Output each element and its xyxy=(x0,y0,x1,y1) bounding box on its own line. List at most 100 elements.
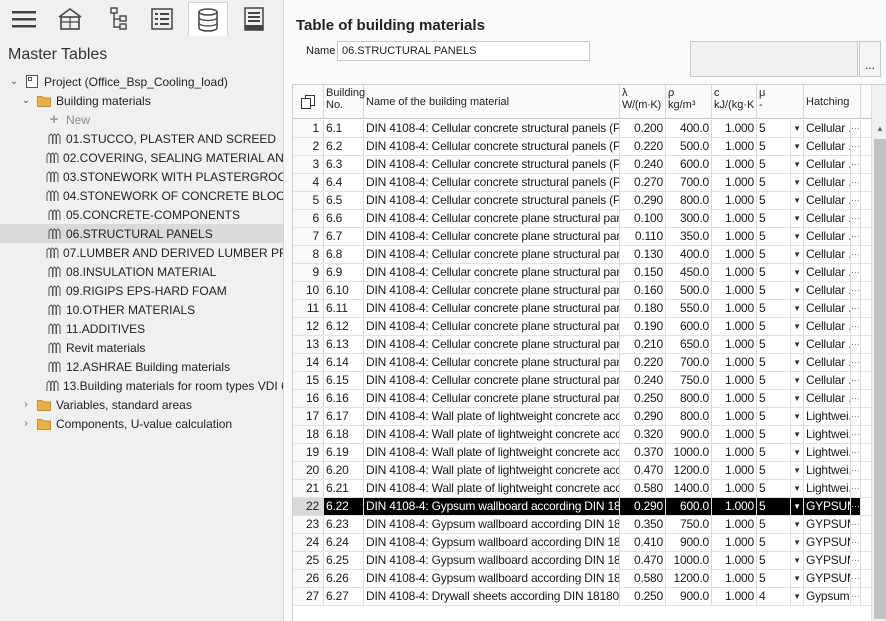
cell-building-no[interactable]: 6.14 xyxy=(324,354,364,371)
cell-rho[interactable]: 350.0 xyxy=(666,228,712,245)
cell-building-no[interactable]: 6.6 xyxy=(324,210,364,227)
table-row[interactable]: 17 6.17 DIN 4108-4: Wall plate of lightwei… xyxy=(293,408,886,426)
cell-hatching[interactable]: Lightwei... xyxy=(804,480,851,497)
cell-rho[interactable]: 550.0 xyxy=(666,300,712,317)
copy-column-button[interactable] xyxy=(293,85,324,119)
mu-dropdown-arrow-icon[interactable]: ▼ xyxy=(791,120,804,137)
cell-hatching[interactable]: Cellular ... xyxy=(804,354,851,371)
tree-item-material-group[interactable]: 01.STUCCO, PLASTER AND SCREED xyxy=(0,129,283,148)
cell-lambda[interactable]: 0.290 xyxy=(620,498,666,515)
cell-c[interactable]: 1.000 xyxy=(712,588,757,605)
tree-item-material-group[interactable]: 11.ADDITIVES xyxy=(0,319,283,338)
cell-c[interactable]: 1.000 xyxy=(712,570,757,587)
cell-mu[interactable]: 5 xyxy=(757,444,791,461)
cell-building-no[interactable]: 6.4 xyxy=(324,174,364,191)
hatching-more-button[interactable]: ··· xyxy=(851,282,861,299)
cell-building-no[interactable]: 6.24 xyxy=(324,534,364,551)
cell-c[interactable]: 1.000 xyxy=(712,246,757,263)
cell-rho[interactable]: 800.0 xyxy=(666,192,712,209)
cell-mu[interactable]: 5 xyxy=(757,156,791,173)
cell-material-name[interactable]: DIN 4108-4: Gypsum wallboard according D… xyxy=(364,552,620,569)
cell-c[interactable]: 1.000 xyxy=(712,264,757,281)
table-row[interactable]: 21 6.21 DIN 4108-4: Wall plate of lightwei… xyxy=(293,480,886,498)
mu-dropdown-arrow-icon[interactable]: ▼ xyxy=(791,174,804,191)
cell-material-name[interactable]: DIN 4108-4: Gypsum wallboard according D… xyxy=(364,516,620,533)
mu-dropdown-arrow-icon[interactable]: ▼ xyxy=(791,300,804,317)
row-index[interactable]: 8 xyxy=(293,246,324,263)
cell-building-no[interactable]: 6.12 xyxy=(324,318,364,335)
cell-building-no[interactable]: 6.9 xyxy=(324,264,364,281)
cell-material-name[interactable]: DIN 4108-4: Wall plate of lightweight co… xyxy=(364,408,620,425)
row-index[interactable]: 19 xyxy=(293,444,324,461)
mu-dropdown-arrow-icon[interactable]: ▼ xyxy=(791,282,804,299)
mu-dropdown-arrow-icon[interactable]: ▼ xyxy=(791,462,804,479)
cell-lambda[interactable]: 0.130 xyxy=(620,246,666,263)
cell-building-no[interactable]: 6.2 xyxy=(324,138,364,155)
cell-hatching[interactable]: Cellular ... xyxy=(804,390,851,407)
menu-button[interactable] xyxy=(4,2,44,36)
mu-dropdown-arrow-icon[interactable]: ▼ xyxy=(791,264,804,281)
cell-hatching[interactable]: GYPSUM xyxy=(804,570,851,587)
mu-dropdown-arrow-icon[interactable]: ▼ xyxy=(791,588,804,605)
table-row[interactable]: 7 6.7 DIN 4108-4: Cellular concrete plane … xyxy=(293,228,886,246)
cell-mu[interactable]: 5 xyxy=(757,336,791,353)
table-row[interactable]: 26 6.26 DIN 4108-4: Gypsum wallboard accor… xyxy=(293,570,886,588)
cell-building-no[interactable]: 6.19 xyxy=(324,444,364,461)
table-row[interactable]: 13 6.13 DIN 4108-4: Cellular concrete plan… xyxy=(293,336,886,354)
cell-hatching[interactable]: Cellular ... xyxy=(804,336,851,353)
hatching-more-button[interactable]: ··· xyxy=(851,462,861,479)
cell-lambda[interactable]: 0.250 xyxy=(620,588,666,605)
row-index[interactable]: 18 xyxy=(293,426,324,443)
cell-rho[interactable]: 500.0 xyxy=(666,282,712,299)
cell-building-no[interactable]: 6.13 xyxy=(324,336,364,353)
cell-material-name[interactable]: DIN 4108-4: Cellular concrete plane stru… xyxy=(364,318,620,335)
cell-mu[interactable]: 5 xyxy=(757,408,791,425)
hatching-more-button[interactable]: ··· xyxy=(851,264,861,281)
scroll-thumb[interactable] xyxy=(874,139,886,619)
table-row[interactable]: 3 6.3 DIN 4108-4: Cellular concrete struct… xyxy=(293,156,886,174)
cell-rho[interactable]: 750.0 xyxy=(666,516,712,533)
table-row[interactable]: 15 6.15 DIN 4108-4: Cellular concrete plan… xyxy=(293,372,886,390)
cell-hatching[interactable]: Cellular ... xyxy=(804,300,851,317)
cell-rho[interactable]: 1200.0 xyxy=(666,570,712,587)
header-mu[interactable]: μ - xyxy=(757,85,804,119)
hatching-more-button[interactable]: ··· xyxy=(851,390,861,407)
table-row[interactable]: 4 6.4 DIN 4108-4: Cellular concrete struct… xyxy=(293,174,886,192)
cell-building-no[interactable]: 6.16 xyxy=(324,390,364,407)
table-row[interactable]: 23 6.23 DIN 4108-4: Gypsum wallboard accor… xyxy=(293,516,886,534)
table-row[interactable]: 5 6.5 DIN 4108-4: Cellular concrete struct… xyxy=(293,192,886,210)
mu-dropdown-arrow-icon[interactable]: ▼ xyxy=(791,138,804,155)
cell-mu[interactable]: 5 xyxy=(757,498,791,515)
cell-lambda[interactable]: 0.200 xyxy=(620,120,666,137)
row-index[interactable]: 7 xyxy=(293,228,324,245)
cell-material-name[interactable]: DIN 4108-4: Cellular concrete structural… xyxy=(364,156,620,173)
cell-material-name[interactable]: DIN 4108-4: Cellular concrete plane stru… xyxy=(364,264,620,281)
mu-dropdown-arrow-icon[interactable]: ▼ xyxy=(791,426,804,443)
cell-building-no[interactable]: 6.27 xyxy=(324,588,364,605)
cell-c[interactable]: 1.000 xyxy=(712,498,757,515)
row-index[interactable]: 5 xyxy=(293,192,324,209)
cell-mu[interactable]: 5 xyxy=(757,462,791,479)
cell-lambda[interactable]: 0.160 xyxy=(620,282,666,299)
name-field[interactable] xyxy=(337,41,590,61)
cell-material-name[interactable]: DIN 4108-4: Cellular concrete plane stru… xyxy=(364,372,620,389)
cell-rho[interactable]: 1000.0 xyxy=(666,552,712,569)
expand-chevron-icon[interactable]: › xyxy=(20,399,32,411)
cell-rho[interactable]: 600.0 xyxy=(666,156,712,173)
mu-dropdown-arrow-icon[interactable]: ▼ xyxy=(791,498,804,515)
mu-dropdown-arrow-icon[interactable]: ▼ xyxy=(791,228,804,245)
cell-building-no[interactable]: 6.20 xyxy=(324,462,364,479)
table-row[interactable]: 6 6.6 DIN 4108-4: Cellular concrete plane … xyxy=(293,210,886,228)
cell-lambda[interactable]: 0.290 xyxy=(620,408,666,425)
cell-c[interactable]: 1.000 xyxy=(712,300,757,317)
row-index[interactable]: 12 xyxy=(293,318,324,335)
hatching-more-button[interactable]: ··· xyxy=(851,408,861,425)
cell-hatching[interactable]: Cellular ... xyxy=(804,156,851,173)
cell-rho[interactable]: 500.0 xyxy=(666,138,712,155)
cell-rho[interactable]: 1200.0 xyxy=(666,462,712,479)
hatching-more-button[interactable]: ··· xyxy=(851,534,861,551)
cell-hatching[interactable]: GYPSUM xyxy=(804,498,851,515)
hierarchy-button[interactable] xyxy=(96,2,136,36)
row-index[interactable]: 2 xyxy=(293,138,324,155)
scroll-up-arrow-icon[interactable]: ▲ xyxy=(872,121,886,137)
